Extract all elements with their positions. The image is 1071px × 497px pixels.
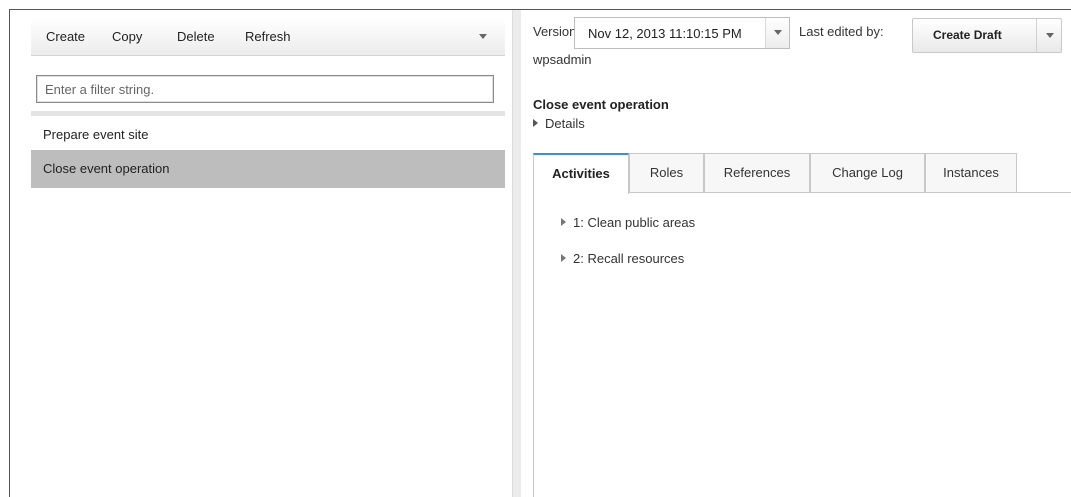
activity-item[interactable]: 1: Clean public areas — [561, 215, 695, 230]
app-frame: Create Copy Delete Refresh Prepare event… — [9, 9, 1071, 497]
details-label: Details — [545, 116, 585, 131]
last-edited-value: wpsadmin — [533, 52, 592, 67]
list-item-prepare-event-site[interactable]: Prepare event site — [31, 116, 505, 154]
create-draft-button[interactable]: Create Draft — [913, 19, 1036, 52]
last-edited-label: Last edited by: — [799, 24, 884, 39]
create-draft-menu-button[interactable] — [1036, 19, 1062, 52]
chevron-down-icon — [1046, 33, 1054, 38]
create-button[interactable]: Create — [46, 29, 85, 44]
version-dropdown-button[interactable] — [765, 18, 789, 48]
version-label: Version: — [533, 24, 580, 39]
triangle-right-icon — [561, 218, 566, 226]
chevron-down-icon[interactable] — [479, 34, 487, 39]
list-item-close-event-operation[interactable]: Close event operation — [31, 150, 505, 188]
delete-button[interactable]: Delete — [177, 29, 215, 44]
tab-change-log[interactable]: Change Log — [810, 153, 925, 193]
triangle-right-icon — [533, 119, 538, 127]
tab-references[interactable]: References — [704, 153, 810, 193]
refresh-button[interactable]: Refresh — [245, 29, 291, 44]
tab-instances[interactable]: Instances — [925, 153, 1017, 193]
left-panel: Create Copy Delete Refresh Prepare event… — [10, 10, 512, 497]
version-value: Nov 12, 2013 11:10:15 PM — [588, 26, 742, 41]
triangle-right-icon — [561, 254, 566, 262]
create-draft-split-button: Create Draft — [912, 18, 1062, 53]
panel-splitter[interactable] — [512, 10, 521, 497]
chevron-down-icon — [774, 30, 782, 35]
page-title: Close event operation — [533, 97, 669, 112]
activity-label: 1: Clean public areas — [573, 215, 696, 230]
activity-item[interactable]: 2: Recall resources — [561, 251, 684, 266]
copy-button[interactable]: Copy — [112, 29, 142, 44]
version-select[interactable]: Nov 12, 2013 11:10:15 PM — [574, 17, 790, 49]
right-panel: Version: Nov 12, 2013 11:10:15 PM Last e… — [521, 10, 1071, 497]
tab-roles[interactable]: Roles — [629, 153, 704, 193]
activity-label: 2: Recall resources — [573, 251, 685, 266]
tab-activities[interactable]: Activities — [533, 153, 629, 194]
left-toolbar: Create Copy Delete Refresh — [31, 18, 505, 56]
activities-panel: 1: Clean public areas 2: Recall resource… — [533, 192, 1071, 497]
details-toggle[interactable]: Details — [533, 116, 585, 131]
filter-input[interactable] — [36, 75, 494, 103]
